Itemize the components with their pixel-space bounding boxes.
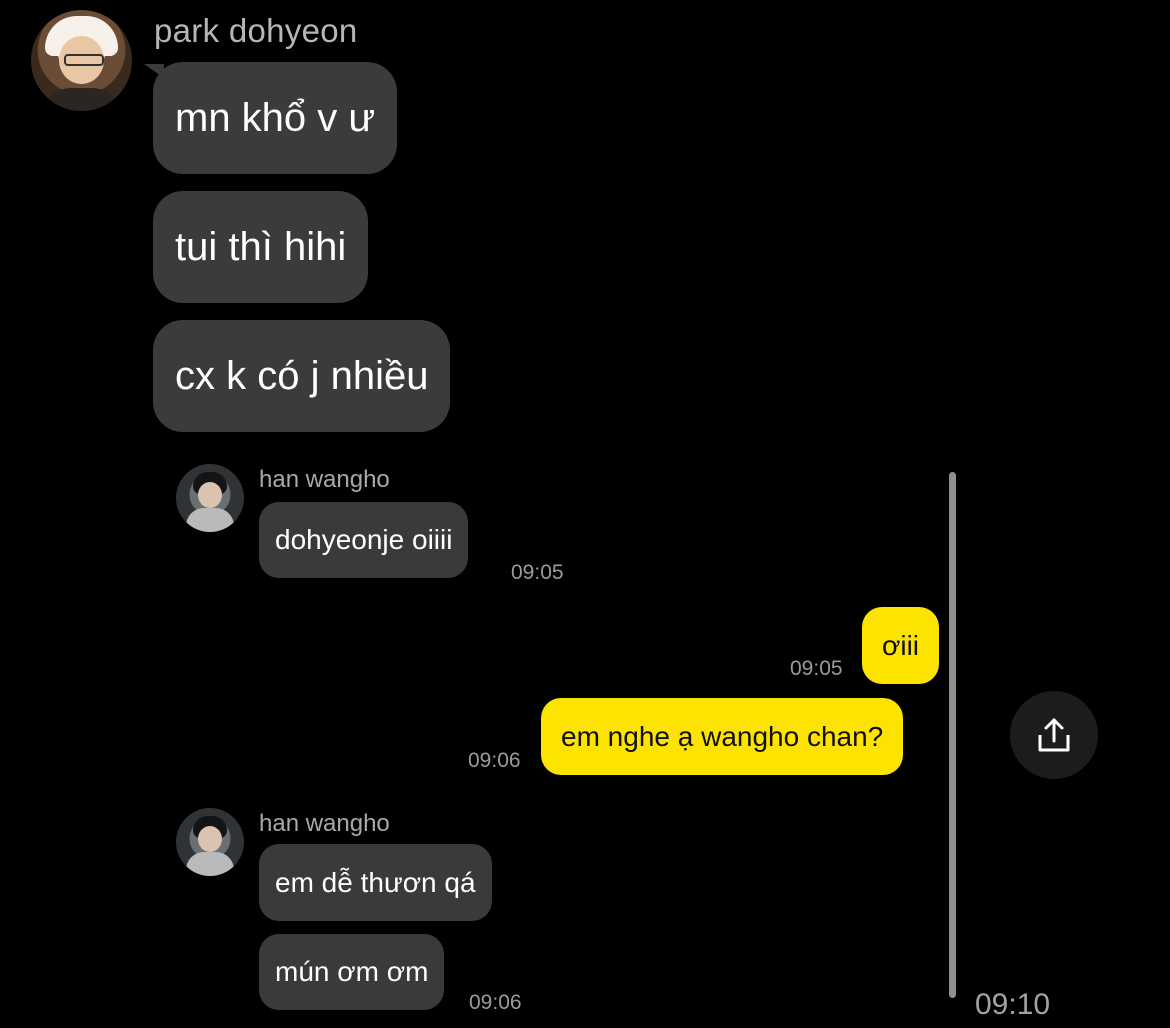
outgoing-bubble[interactable]: em nghe ạ wangho chan? [541, 698, 904, 775]
share-icon [1038, 718, 1070, 752]
message-time: 09:10 [975, 988, 1051, 1021]
outgoing-bubble[interactable]: ơiii [862, 607, 940, 684]
message-text: ơiii [882, 629, 920, 661]
avatar[interactable] [31, 10, 132, 111]
sender-name: park dohyeon [154, 12, 358, 49]
message-bubble[interactable]: dohyeonje oiiii [259, 502, 469, 578]
avatar[interactable] [176, 808, 244, 876]
message-bubble[interactable]: em dễ thươn qá [259, 844, 492, 921]
message-bubble[interactable]: mn khổ v ư [153, 62, 398, 174]
sender-name: han wangho [259, 810, 390, 837]
share-button[interactable] [1010, 691, 1098, 779]
message-text: em nghe ạ wangho chan? [561, 720, 884, 752]
sender-name: han wangho [259, 466, 390, 493]
message-time: 09:06 [469, 991, 522, 1014]
avatar[interactable] [176, 464, 244, 532]
message-time: 09:05 [511, 561, 564, 584]
message-text: tui thì hihi [175, 224, 347, 269]
message-bubble[interactable]: cx k có j nhiều [153, 320, 451, 432]
message-bubble[interactable]: tui thì hihi [153, 191, 369, 303]
message-bubble[interactable]: mún ơm ơm [259, 934, 445, 1010]
message-time: 09:05 [790, 657, 843, 680]
message-text: em dễ thươn qá [275, 866, 476, 898]
message-text: dohyeonje oiiii [275, 524, 453, 555]
message-text: mn khổ v ư [175, 95, 376, 140]
message-text: cx k có j nhiều [175, 353, 429, 398]
message-time: 09:06 [468, 749, 521, 772]
message-text: mún ơm ơm [275, 956, 429, 987]
scrollbar[interactable] [949, 472, 956, 998]
